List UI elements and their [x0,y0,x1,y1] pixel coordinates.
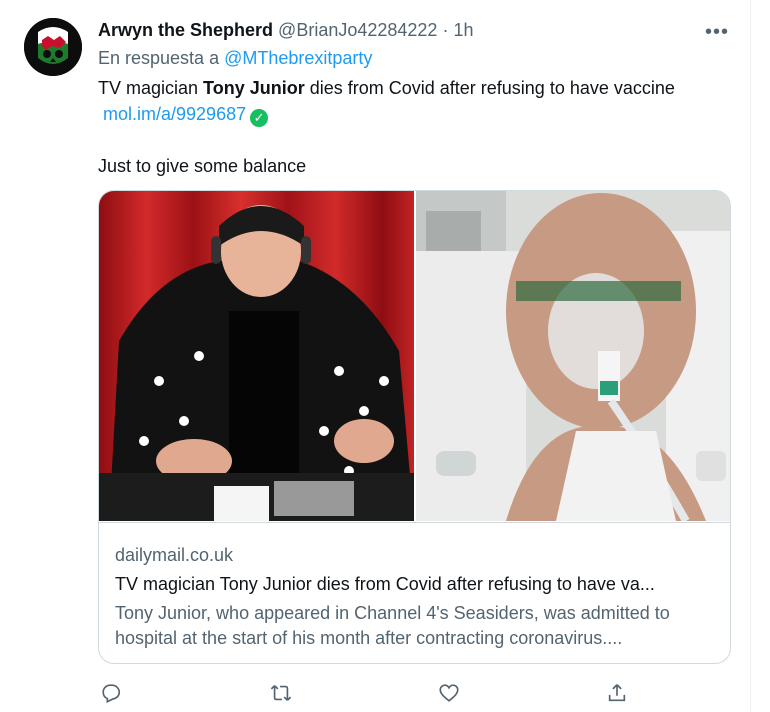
tweet-text-part1: TV magician [98,78,204,98]
separator-dot: · [442,20,449,40]
welsh-flag-skull-avatar-image [24,18,82,76]
magician-photo [99,191,414,521]
card-meta: dailymail.co.uk TV magician Tony Junior … [99,522,730,663]
retweet-icon[interactable] [268,680,294,706]
author-name[interactable]: Arwyn the Shepherd [98,20,273,40]
tweet-link[interactable]: mol.im/a/9929687 [103,104,246,124]
share-icon-svg [608,684,626,702]
card-description: Tony Junior, who appeared in Channel 4's… [115,603,670,648]
tweet-text-part2: dies from Covid after refusing to have v… [304,78,675,98]
tweet-header: Arwyn the Shepherd @BrianJo42284222 · 1h [98,20,474,41]
avatar[interactable] [24,18,82,76]
hospital-photo [416,191,730,521]
tweet-container: Arwyn the Shepherd @BrianJo42284222 · 1h… [0,0,751,712]
like-icon[interactable] [436,680,462,706]
reply-prefix: En respuesta a [98,48,220,68]
tweet-time[interactable]: 1h [453,20,473,40]
heart-icon-svg [439,684,459,702]
reply-icon-svg [102,684,121,704]
author-handle[interactable]: @BrianJo42284222 [278,20,437,40]
reply-context: En respuesta a @MThebrexitparty [98,48,372,69]
tweet-text-bold: Tony Junior [203,78,305,98]
card-domain: dailymail.co.uk [115,545,234,565]
share-icon[interactable] [604,680,630,706]
retweet-icon-svg [270,685,292,701]
card-image-hospital [416,191,730,521]
reply-icon[interactable] [98,680,124,706]
more-options-label: ••• [704,20,729,43]
card-image-magician [99,191,414,521]
link-card[interactable]: dailymail.co.uk TV magician Tony Junior … [98,190,731,664]
tweet-second-line: Just to give some balance [98,156,307,176]
reply-mention-link[interactable]: @MThebrexitparty [224,48,372,68]
tweet-text: TV magician Tony Junior dies from Covid … [98,75,738,179]
more-options-icon[interactable]: ••• [700,18,734,46]
verified-check-icon: ✓ [250,109,269,127]
card-title: TV magician Tony Junior dies from Covid … [115,574,655,594]
